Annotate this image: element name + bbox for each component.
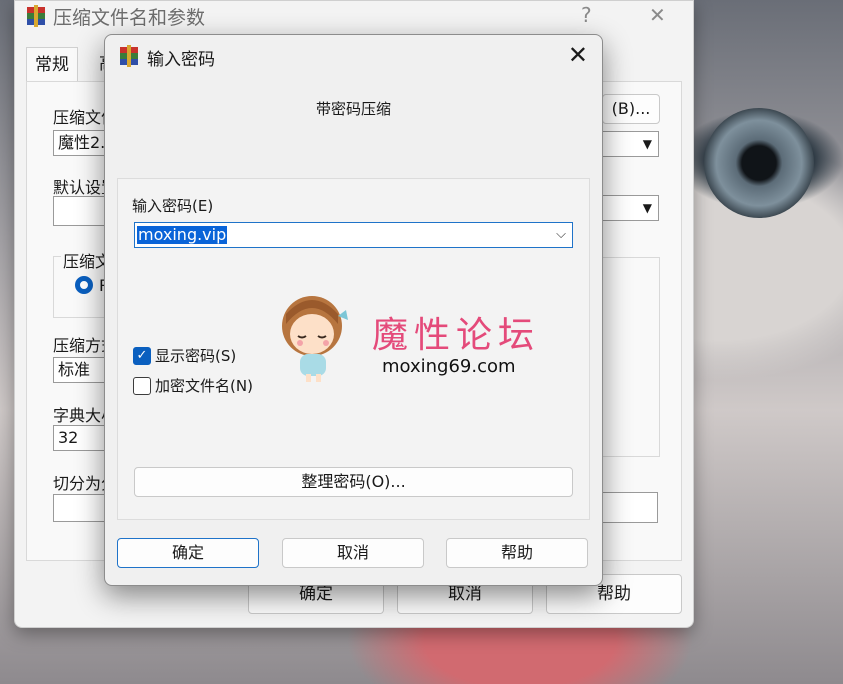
chevron-down-icon: ▼	[642, 137, 652, 151]
format-radio[interactable]	[75, 276, 93, 294]
window-title: 压缩文件名和参数	[53, 6, 206, 29]
password-field-bg[interactable]	[602, 492, 658, 523]
close-icon[interactable]: ✕	[649, 3, 666, 27]
show-password-label: 显示密码(S)	[155, 347, 237, 365]
help-title-button[interactable]: ?	[581, 3, 592, 27]
encrypt-filenames-checkbox[interactable]: 加密文件名(N)	[133, 375, 253, 396]
winrar-icon	[120, 45, 138, 67]
dialog-ok-button[interactable]: 确定	[117, 538, 259, 568]
close-icon[interactable]: ✕	[568, 41, 588, 69]
dialog-title: 输入密码	[147, 50, 215, 70]
checkbox-checked-icon[interactable]: ✓	[133, 346, 151, 365]
password-label: 输入密码(E)	[132, 197, 214, 215]
password-input[interactable]: moxing.vip	[137, 226, 228, 244]
winrar-icon	[27, 5, 45, 27]
show-password-checkbox[interactable]: ✓ 显示密码(S)	[133, 345, 236, 366]
options-group	[602, 257, 660, 457]
tab-general[interactable]: 常规	[26, 47, 78, 82]
watermark-url: moxing69.com	[382, 356, 516, 377]
chevron-down-icon[interactable]: ⌵	[556, 227, 566, 242]
organize-passwords-button[interactable]: 整理密码(O)...	[134, 467, 573, 497]
mascot-icon	[282, 296, 348, 382]
checkbox-unchecked-icon[interactable]	[133, 376, 151, 395]
dialog-cancel-button[interactable]: 取消	[282, 538, 424, 568]
update-mode-dropdown[interactable]: ▼	[602, 195, 659, 221]
encrypt-filenames-label: 加密文件名(N)	[155, 377, 253, 395]
window-titlebar: 压缩文件名和参数	[25, 1, 205, 31]
dialog-help-button[interactable]: 帮助	[446, 538, 588, 568]
watermark-title: 魔性论坛	[372, 315, 541, 356]
password-combobox[interactable]: moxing.vip ⌵	[134, 222, 573, 248]
browse-button[interactable]: (B)...	[602, 94, 660, 124]
archive-name-dropdown[interactable]: ▼	[602, 131, 659, 157]
dialog-subtitle: 带密码压缩	[315, 100, 391, 118]
eye-graphic	[704, 108, 814, 218]
chevron-down-icon: ▼	[642, 201, 652, 215]
